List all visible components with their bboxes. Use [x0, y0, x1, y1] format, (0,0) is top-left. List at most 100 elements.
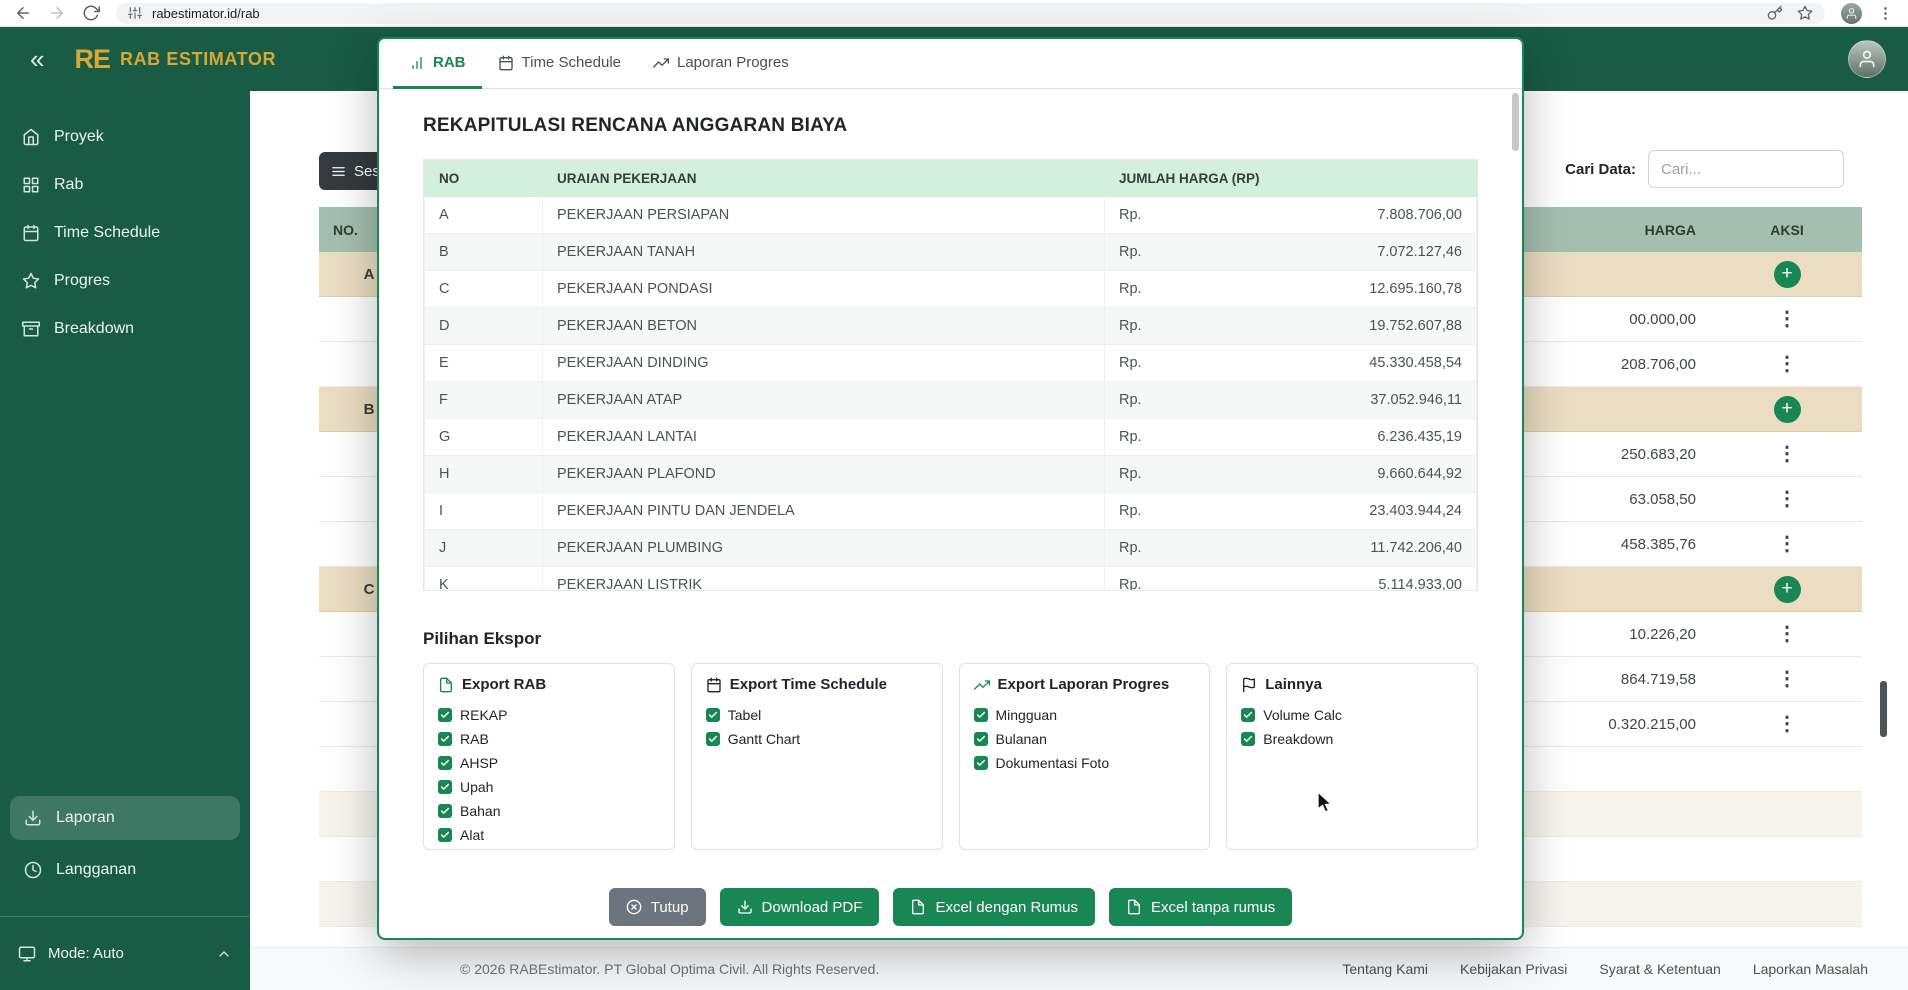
rekap-header-uraian: URAIAN PEKERJAAN — [543, 161, 1105, 197]
calendar-icon — [706, 677, 722, 693]
sidebar-collapse-button[interactable]: « — [30, 46, 44, 72]
user-avatar[interactable] — [1848, 40, 1886, 78]
refresh-icon[interactable] — [82, 4, 100, 22]
rekap-no: D — [425, 308, 543, 345]
checkbox-checked[interactable] — [438, 732, 452, 746]
browser-menu-icon[interactable]: ⋮ — [1878, 6, 1894, 21]
checkbox-checked[interactable] — [1241, 732, 1255, 746]
jumlah-value: 37.052.946,11 — [1370, 392, 1462, 408]
sidebar-item-proyek[interactable]: Proyek — [0, 117, 250, 157]
checkbox-checked[interactable] — [438, 804, 452, 818]
forward-icon[interactable] — [48, 4, 66, 22]
tab-rab[interactable]: RAB — [393, 39, 482, 89]
jumlah-value: 11.742.206,40 — [1370, 540, 1462, 556]
footer-link[interactable]: Laporkan Masalah — [1753, 961, 1868, 977]
rekap-row: F PEKERJAAN ATAP Rp. 37.052.946,11 — [425, 382, 1477, 419]
rekap-uraian: PEKERJAAN TANAH — [543, 234, 1105, 271]
download-pdf-button[interactable]: Download PDF — [720, 888, 880, 926]
file-icon — [1126, 899, 1142, 915]
export-modal: RAB Time Schedule Laporan Progres REKAPI… — [377, 37, 1524, 940]
checkbox-checked[interactable] — [706, 732, 720, 746]
row-menu-button[interactable]: ⋮ — [1777, 354, 1797, 374]
modal-scrollbar-thumb[interactable] — [1512, 93, 1519, 151]
mode-toggle[interactable]: Mode: Auto — [0, 916, 250, 990]
address-bar[interactable]: rabestimator.id/rab — [116, 3, 1825, 24]
back-icon[interactable] — [14, 4, 32, 22]
add-item-button[interactable]: + — [1774, 261, 1801, 288]
rekap-no: K — [425, 567, 543, 592]
excel-tanpa-rumus-button[interactable]: Excel tanpa rumus — [1109, 888, 1292, 926]
export-option: Gantt Chart — [706, 727, 928, 751]
checkbox-checked[interactable] — [438, 756, 452, 770]
export-option: REKAP — [438, 703, 660, 727]
page-scrollbar-thumb[interactable] — [1880, 681, 1887, 737]
sidebar-item-rab[interactable]: Rab — [0, 165, 250, 205]
checkbox-checked[interactable] — [974, 756, 988, 770]
tab-time-schedule[interactable]: Time Schedule — [482, 39, 638, 89]
add-item-button[interactable]: + — [1774, 396, 1801, 423]
menu-icon — [331, 164, 346, 179]
checkbox-checked[interactable] — [974, 708, 988, 722]
currency-prefix: Rp. — [1119, 540, 1142, 556]
chart-line-icon — [653, 55, 669, 71]
sidebar-item-langganan[interactable]: Langganan — [10, 848, 240, 892]
jumlah-value: 23.403.944,24 — [1369, 503, 1462, 519]
sidebar-item-label: Progres — [54, 272, 110, 290]
tutup-button[interactable]: Tutup — [609, 888, 706, 926]
sidebar-item-breakdown[interactable]: Breakdown — [0, 309, 250, 349]
rekap-row: J PEKERJAAN PLUMBING Rp. 11.742.206,40 — [425, 530, 1477, 567]
add-item-button[interactable]: + — [1774, 576, 1801, 603]
row-menu-button[interactable]: ⋮ — [1777, 624, 1797, 644]
rekap-table: NO URAIAN PEKERJAAN JUMLAH HARGA (RP) A … — [424, 160, 1477, 591]
calendar-icon — [498, 55, 514, 71]
password-key-icon[interactable] — [1767, 5, 1783, 21]
jumlah-value: 9.660.644,92 — [1377, 466, 1462, 482]
site-info-icon[interactable] — [128, 6, 142, 20]
row-menu-button[interactable]: ⋮ — [1777, 669, 1797, 689]
brand-logo: RE RAB ESTIMATOR — [74, 44, 276, 75]
jumlah-value: 19.752.607,88 — [1369, 318, 1462, 334]
sidebar-item-label: Proyek — [54, 128, 104, 146]
rekap-row: D PEKERJAAN BETON Rp. 19.752.607,88 — [425, 308, 1477, 345]
footer-link[interactable]: Syarat & Ketentuan — [1599, 961, 1720, 977]
checkbox-checked[interactable] — [706, 708, 720, 722]
row-menu-button[interactable]: ⋮ — [1777, 714, 1797, 734]
row-menu-button[interactable]: ⋮ — [1777, 489, 1797, 509]
footer-link[interactable]: Kebijakan Privasi — [1460, 961, 1567, 977]
checkbox-checked[interactable] — [1241, 708, 1255, 722]
checkbox-checked[interactable] — [438, 828, 452, 842]
rekap-jumlah: Rp. 7.072.127,46 — [1105, 234, 1477, 271]
footer-link[interactable]: Tentang Kami — [1342, 961, 1428, 977]
rekap-jumlah: Rp. 11.742.206,40 — [1105, 530, 1477, 567]
currency-prefix: Rp. — [1119, 244, 1142, 260]
rekap-jumlah: Rp. 6.236.435,19 — [1105, 419, 1477, 456]
rekap-jumlah: Rp. 12.695.160,78 — [1105, 271, 1477, 308]
checkbox-checked[interactable] — [974, 732, 988, 746]
rekap-no: G — [425, 419, 543, 456]
export-option: Bulanan — [974, 727, 1196, 751]
sidebar-item-label: Rab — [54, 176, 83, 194]
bookmark-star-icon[interactable] — [1797, 5, 1813, 21]
x-circle-icon — [626, 899, 642, 915]
row-menu-button[interactable]: ⋮ — [1777, 534, 1797, 554]
rekap-no: H — [425, 456, 543, 493]
currency-prefix: Rp. — [1119, 577, 1142, 591]
download-icon — [24, 809, 42, 827]
sidebar-item-progres[interactable]: Progres — [0, 261, 250, 301]
excel-dengan-rumus-button[interactable]: Excel dengan Rumus — [893, 888, 1095, 926]
browser-profile-avatar[interactable] — [1841, 3, 1862, 24]
checkbox-checked[interactable] — [438, 780, 452, 794]
currency-prefix: Rp. — [1119, 281, 1142, 297]
sidebar-item-time-schedule[interactable]: Time Schedule — [0, 213, 250, 253]
row-menu-button[interactable]: ⋮ — [1777, 444, 1797, 464]
jumlah-value: 6.236.435,19 — [1377, 429, 1462, 445]
cari-label: Cari Data: — [1565, 161, 1636, 178]
checkbox-checked[interactable] — [438, 708, 452, 722]
currency-prefix: Rp. — [1119, 355, 1142, 371]
cari-input[interactable] — [1648, 150, 1844, 188]
sidebar-item-label: Langganan — [56, 861, 136, 879]
row-menu-button[interactable]: ⋮ — [1777, 309, 1797, 329]
tab-laporan-progres[interactable]: Laporan Progres — [637, 39, 805, 89]
rekap-uraian: PEKERJAAN PINTU DAN JENDELA — [543, 493, 1105, 530]
sidebar-item-laporan[interactable]: Laporan — [10, 796, 240, 840]
